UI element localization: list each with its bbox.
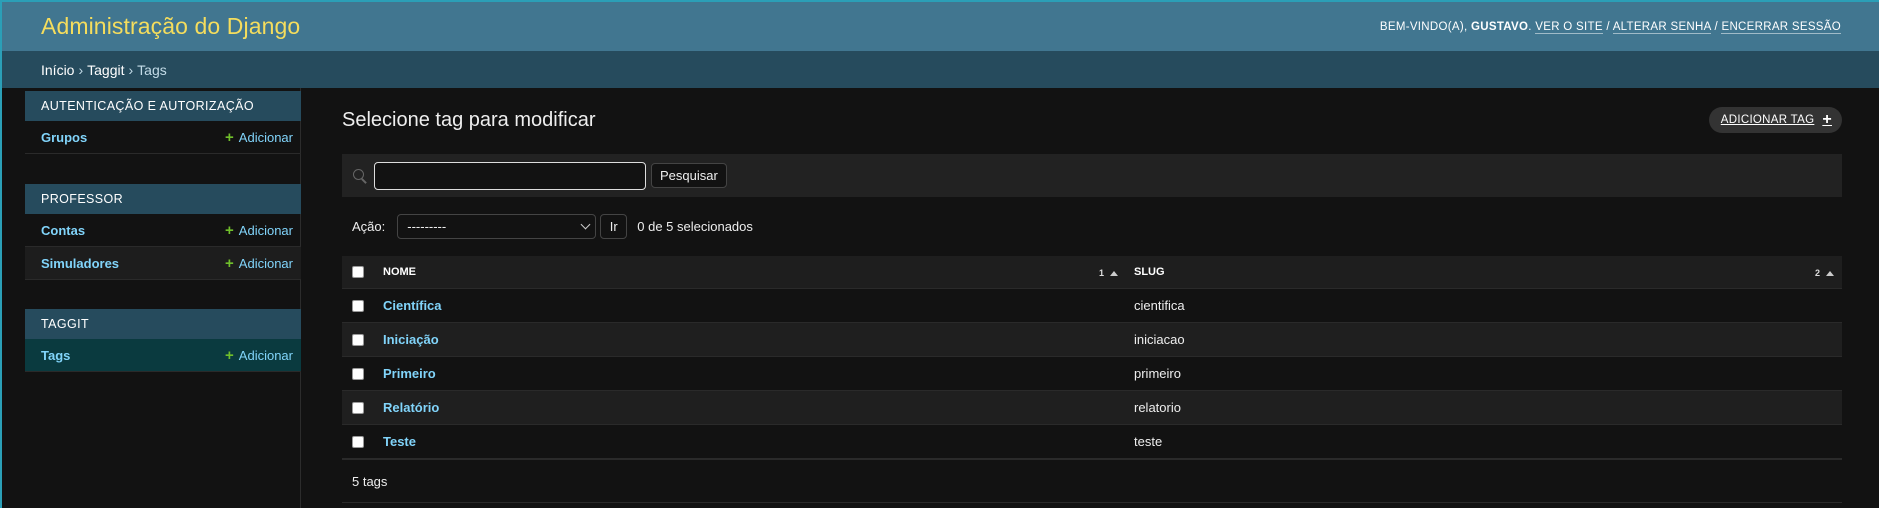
breadcrumb-current: Tags (137, 61, 167, 78)
model-link-contas[interactable]: Contas (41, 223, 85, 238)
table-row: Primeiro primeiro (342, 356, 1842, 391)
breadcrumb-app[interactable]: Taggit (87, 62, 124, 78)
model-link-grupos[interactable]: Grupos (41, 130, 87, 145)
select-all-checkbox[interactable] (352, 265, 364, 278)
breadcrumb-home[interactable]: Início (41, 62, 74, 78)
view-site-link[interactable]: Ver o site (1535, 20, 1603, 34)
site-title[interactable]: Administração do Django (41, 13, 300, 40)
add-grupos-button[interactable]: + Adicionar (225, 130, 293, 145)
sort-priority: 2 (1814, 268, 1820, 278)
add-label: Adicionar (238, 255, 293, 271)
sidebar-item-grupos: Grupos + Adicionar (25, 121, 301, 154)
row-checkbox[interactable] (352, 402, 364, 415)
module-taggit: Taggit Tags + Adicionar (25, 309, 301, 372)
table-row: Relatório relatorio (342, 390, 1842, 425)
add-contas-button[interactable]: + Adicionar (225, 223, 293, 238)
row-link[interactable]: Iniciação (383, 332, 439, 347)
action-counter: 0 de 5 selecionados (637, 218, 753, 234)
row-checkbox[interactable] (352, 334, 364, 347)
header: Administração do Django Bem-vindo(a), Gu… (2, 2, 1879, 51)
action-select[interactable]: --------- (397, 213, 597, 239)
user-tools: Bem-vindo(a), Gustavo. Ver o site / Alte… (1379, 20, 1841, 34)
sort-asc-icon (1110, 270, 1118, 276)
row-slug: primeiro (1134, 365, 1181, 381)
sort-indicator[interactable]: 2 (1815, 268, 1834, 278)
chevron-down-icon (580, 219, 591, 229)
module-caption[interactable]: Autenticação e Autorização (25, 91, 301, 121)
welcome-text: Bem-vindo(a), (1379, 20, 1468, 33)
module-caption[interactable]: Professor (25, 184, 301, 214)
sort-priority: 1 (1098, 268, 1104, 278)
add-tag-label: Adicionar tag (1720, 114, 1815, 126)
model-link-simuladores[interactable]: Simuladores (41, 256, 119, 271)
sort-asc-icon (1826, 270, 1834, 276)
row-checkbox[interactable] (352, 368, 364, 381)
table-row: Iniciação iniciacao (342, 322, 1842, 357)
paginator: 5 tags (342, 459, 1842, 503)
module-caption[interactable]: Taggit (25, 309, 301, 339)
sidebar-item-tags: Tags + Adicionar (25, 339, 301, 372)
username: Gustavo (1471, 20, 1529, 33)
actions-bar: Ação: --------- Ir 0 de 5 selecionados (342, 210, 753, 242)
add-label: Adicionar (238, 347, 293, 363)
search-input[interactable] (374, 161, 646, 190)
model-link-tags[interactable]: Tags (41, 348, 70, 363)
column-header-nome[interactable]: Nome 1 (376, 256, 1126, 289)
action-selected-option: --------- (407, 218, 447, 234)
plus-icon: + (225, 346, 234, 364)
add-label: Adicionar (238, 129, 293, 145)
add-simuladores-button[interactable]: + Adicionar (225, 256, 293, 271)
breadcrumb-separator: › (78, 61, 84, 78)
action-label: Ação: (352, 218, 386, 234)
table-header-row: Nome 1 Slug 2 (342, 256, 1842, 289)
row-slug: relatorio (1134, 399, 1181, 415)
search-button[interactable]: Pesquisar (651, 163, 727, 188)
plus-icon: + (225, 221, 234, 239)
row-link[interactable]: Relatório (383, 400, 439, 415)
change-password-link[interactable]: Alterar senha (1612, 20, 1711, 34)
row-checkbox[interactable] (352, 300, 364, 313)
add-tag-button[interactable]: Adicionar tag + (1708, 107, 1842, 133)
module-auth: Autenticação e Autorização Grupos + Adic… (25, 91, 301, 154)
separator: / (1714, 20, 1718, 33)
breadcrumb: Início › Taggit › Tags (2, 51, 1879, 88)
row-link[interactable]: Científica (383, 298, 442, 313)
search-toolbar: Pesquisar (342, 154, 1842, 197)
select-all-cell (342, 256, 376, 289)
row-slug: teste (1134, 433, 1163, 449)
table-row: Teste teste (342, 424, 1842, 459)
table-row: Científica cientifica (342, 288, 1842, 323)
column-label: Slug (1134, 265, 1165, 278)
row-slug: iniciacao (1134, 331, 1185, 347)
sidebar-item-contas: Contas + Adicionar (25, 214, 301, 247)
breadcrumb-separator: › (128, 61, 134, 78)
search-icon (352, 168, 368, 184)
module-professor: Professor Contas + Adicionar Simuladores… (25, 184, 301, 280)
column-header-slug[interactable]: Slug 2 (1126, 256, 1842, 289)
main-content: Selecione tag para modificar Adicionar t… (342, 88, 1842, 508)
add-tags-button[interactable]: + Adicionar (225, 348, 293, 363)
go-button[interactable]: Ir (600, 213, 628, 239)
sidebar: Autenticação e Autorização Grupos + Adic… (2, 88, 301, 508)
page-title: Selecione tag para modificar (342, 109, 596, 131)
row-link[interactable]: Primeiro (383, 366, 436, 381)
logout-link[interactable]: Encerrar sessão (1721, 20, 1841, 34)
row-slug: cientifica (1134, 297, 1185, 313)
plus-icon: + (1822, 111, 1832, 128)
plus-icon: + (225, 254, 234, 272)
sort-indicator[interactable]: 1 (1099, 268, 1118, 278)
plus-icon: + (225, 128, 234, 146)
column-label: Nome (383, 265, 416, 278)
row-checkbox[interactable] (352, 436, 364, 449)
row-link[interactable]: Teste (383, 434, 416, 449)
result-table: Nome 1 Slug 2 Científica (342, 256, 1842, 459)
sidebar-item-simuladores: Simuladores + Adicionar (25, 247, 301, 280)
add-label: Adicionar (238, 222, 293, 238)
separator: / (1606, 20, 1610, 33)
